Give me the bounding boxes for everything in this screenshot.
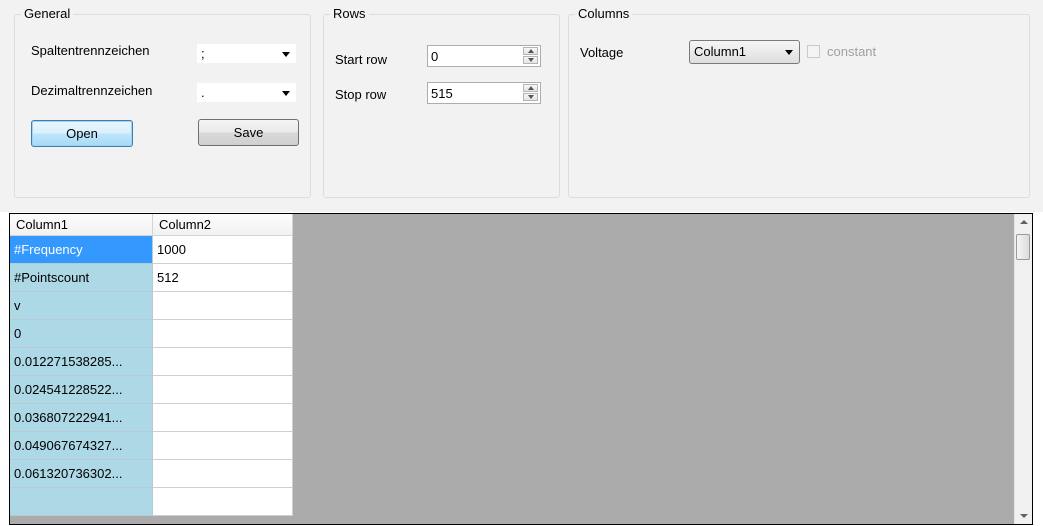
grid-cell[interactable] [153,348,293,376]
scroll-down-icon[interactable] [1015,507,1032,524]
vertical-scrollbar[interactable] [1014,214,1032,524]
spin-down-icon[interactable] [523,93,538,101]
start-row-value: 0 [431,49,439,64]
voltage-column-value: Column1 [694,44,747,59]
decimal-separator-value: . [201,85,205,100]
spin-up-icon[interactable] [523,47,538,55]
spin-up-icon[interactable] [523,84,538,92]
voltage-column-select[interactable]: Column1 [689,40,800,64]
scrollbar-thumb[interactable] [1016,234,1030,260]
general-group-title: General [21,6,74,22]
grid-cell[interactable] [153,292,293,320]
column-separator-select[interactable]: ; [196,43,297,64]
grid-cell[interactable] [153,376,293,404]
grid-cell[interactable]: v [10,292,153,320]
scroll-up-icon[interactable] [1015,214,1032,231]
chevron-down-icon [785,50,793,55]
decimal-separator-select[interactable]: . [196,82,297,103]
grid-cell[interactable]: 512 [153,264,293,292]
grid-cell[interactable]: 0 [10,320,153,348]
columns-group-title: Columns [575,6,633,22]
rows-group: Rows [323,6,560,198]
constant-label: constant [827,44,877,59]
stop-row-stepper[interactable]: 515 [427,82,541,104]
grid-cell[interactable] [153,432,293,460]
grid-cell[interactable] [153,460,293,488]
settings-panel: General Spaltentrennzeichen ; Dezimaltre… [0,0,1043,212]
voltage-label: Voltage [580,45,624,60]
decimal-separator-label: Dezimaltrennzeichen [31,83,153,98]
constant-checkbox[interactable] [807,45,820,58]
column-separator-value: ; [201,46,205,61]
rows-group-title: Rows [330,6,369,22]
spin-down-icon[interactable] [523,56,538,64]
grid-cell[interactable] [153,488,293,516]
open-button[interactable]: Open [31,120,133,147]
stop-row-value: 515 [431,86,453,101]
grid-cell[interactable] [153,404,293,432]
data-grid[interactable]: Column1 Column2 #Frequency 1000 #Pointsc… [9,213,1033,525]
start-row-spin-buttons[interactable] [523,47,539,65]
grid-cell[interactable]: 0.024541228522... [10,376,153,404]
chevron-down-icon [282,91,290,96]
grid-cell[interactable]: 0.012271538285... [10,348,153,376]
start-row-label: Start row [335,52,388,67]
start-row-stepper[interactable]: 0 [427,45,541,67]
grid-cell[interactable]: 0.049067674327... [10,432,153,460]
stop-row-spin-buttons[interactable] [523,84,539,102]
grid-cell[interactable]: 0.036807222941... [10,404,153,432]
grid-cell[interactable]: #Pointscount [10,264,153,292]
save-button[interactable]: Save [198,119,299,146]
grid-cell[interactable]: 1000 [153,236,293,264]
grid-cell[interactable] [153,320,293,348]
grid-cell[interactable] [10,488,153,516]
column-header-1[interactable]: Column1 [10,214,153,236]
grid-cell[interactable]: 0.061320736302... [10,460,153,488]
grid-cell[interactable]: #Frequency [10,236,153,264]
column-header-2[interactable]: Column2 [153,214,293,236]
general-group: General [14,6,311,198]
chevron-down-icon [282,52,290,57]
column-separator-label: Spaltentrennzeichen [31,43,150,58]
stop-row-label: Stop row [335,87,387,102]
